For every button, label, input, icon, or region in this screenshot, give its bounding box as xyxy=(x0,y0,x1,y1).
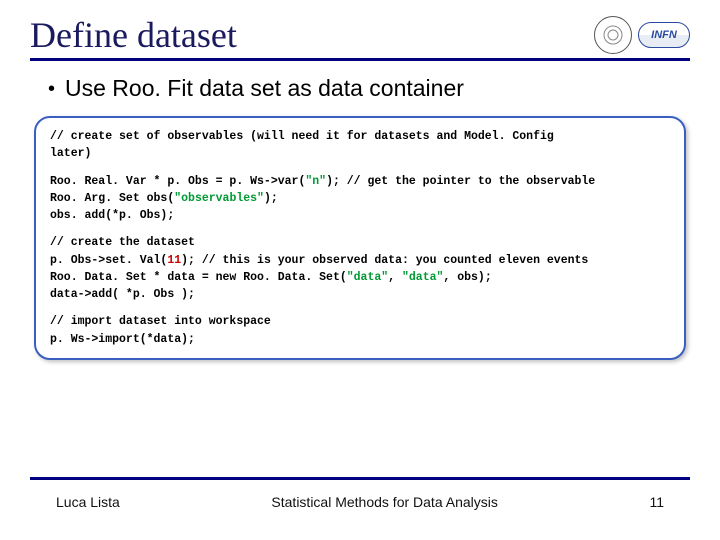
code-line: later) xyxy=(50,145,670,162)
code-group-2: Roo. Real. Var * p. Obs = p. Ws->var("n"… xyxy=(50,173,670,225)
footer-row: Luca Lista Statistical Methods for Data … xyxy=(30,494,690,510)
code-line: p. Obs->set. Val(11); // this is your ob… xyxy=(50,252,670,269)
code-line: Roo. Data. Set * data = new Roo. Data. S… xyxy=(50,269,670,286)
university-seal-icon xyxy=(594,16,632,54)
code-line: p. Ws->import(*data); xyxy=(50,331,670,348)
infn-logo-icon: INFN xyxy=(638,22,690,48)
code-line: // import dataset into workspace xyxy=(50,313,670,330)
slide-title: Define dataset xyxy=(30,14,237,56)
code-line: // create set of observables (will need … xyxy=(50,128,670,145)
footer-author: Luca Lista xyxy=(56,494,120,510)
code-group-3: // create the dataset p. Obs->set. Val(1… xyxy=(50,234,670,303)
footer-divider xyxy=(30,477,690,480)
code-line: Roo. Arg. Set obs("observables"); xyxy=(50,190,670,207)
code-group-1: // create set of observables (will need … xyxy=(50,128,670,163)
slide: Define dataset INFN • Use Roo. Fit data … xyxy=(0,0,720,540)
bullet-item: • Use Roo. Fit data set as data containe… xyxy=(48,75,690,102)
footer-page-number: 11 xyxy=(649,494,664,510)
footer: Luca Lista Statistical Methods for Data … xyxy=(30,477,690,510)
code-group-4: // import dataset into workspace p. Ws->… xyxy=(50,313,670,348)
code-block: // create set of observables (will need … xyxy=(34,116,686,360)
code-line: // create the dataset xyxy=(50,234,670,251)
bullet-dot-icon: • xyxy=(48,79,55,99)
code-line: Roo. Real. Var * p. Obs = p. Ws->var("n"… xyxy=(50,173,670,190)
code-line: obs. add(*p. Obs); xyxy=(50,207,670,224)
footer-title: Statistical Methods for Data Analysis xyxy=(271,494,497,510)
code-line: data->add( *p. Obs ); xyxy=(50,286,670,303)
title-row: Define dataset INFN xyxy=(30,14,690,61)
bullet-text: Use Roo. Fit data set as data container xyxy=(65,75,464,102)
logo-group: INFN xyxy=(594,16,690,54)
